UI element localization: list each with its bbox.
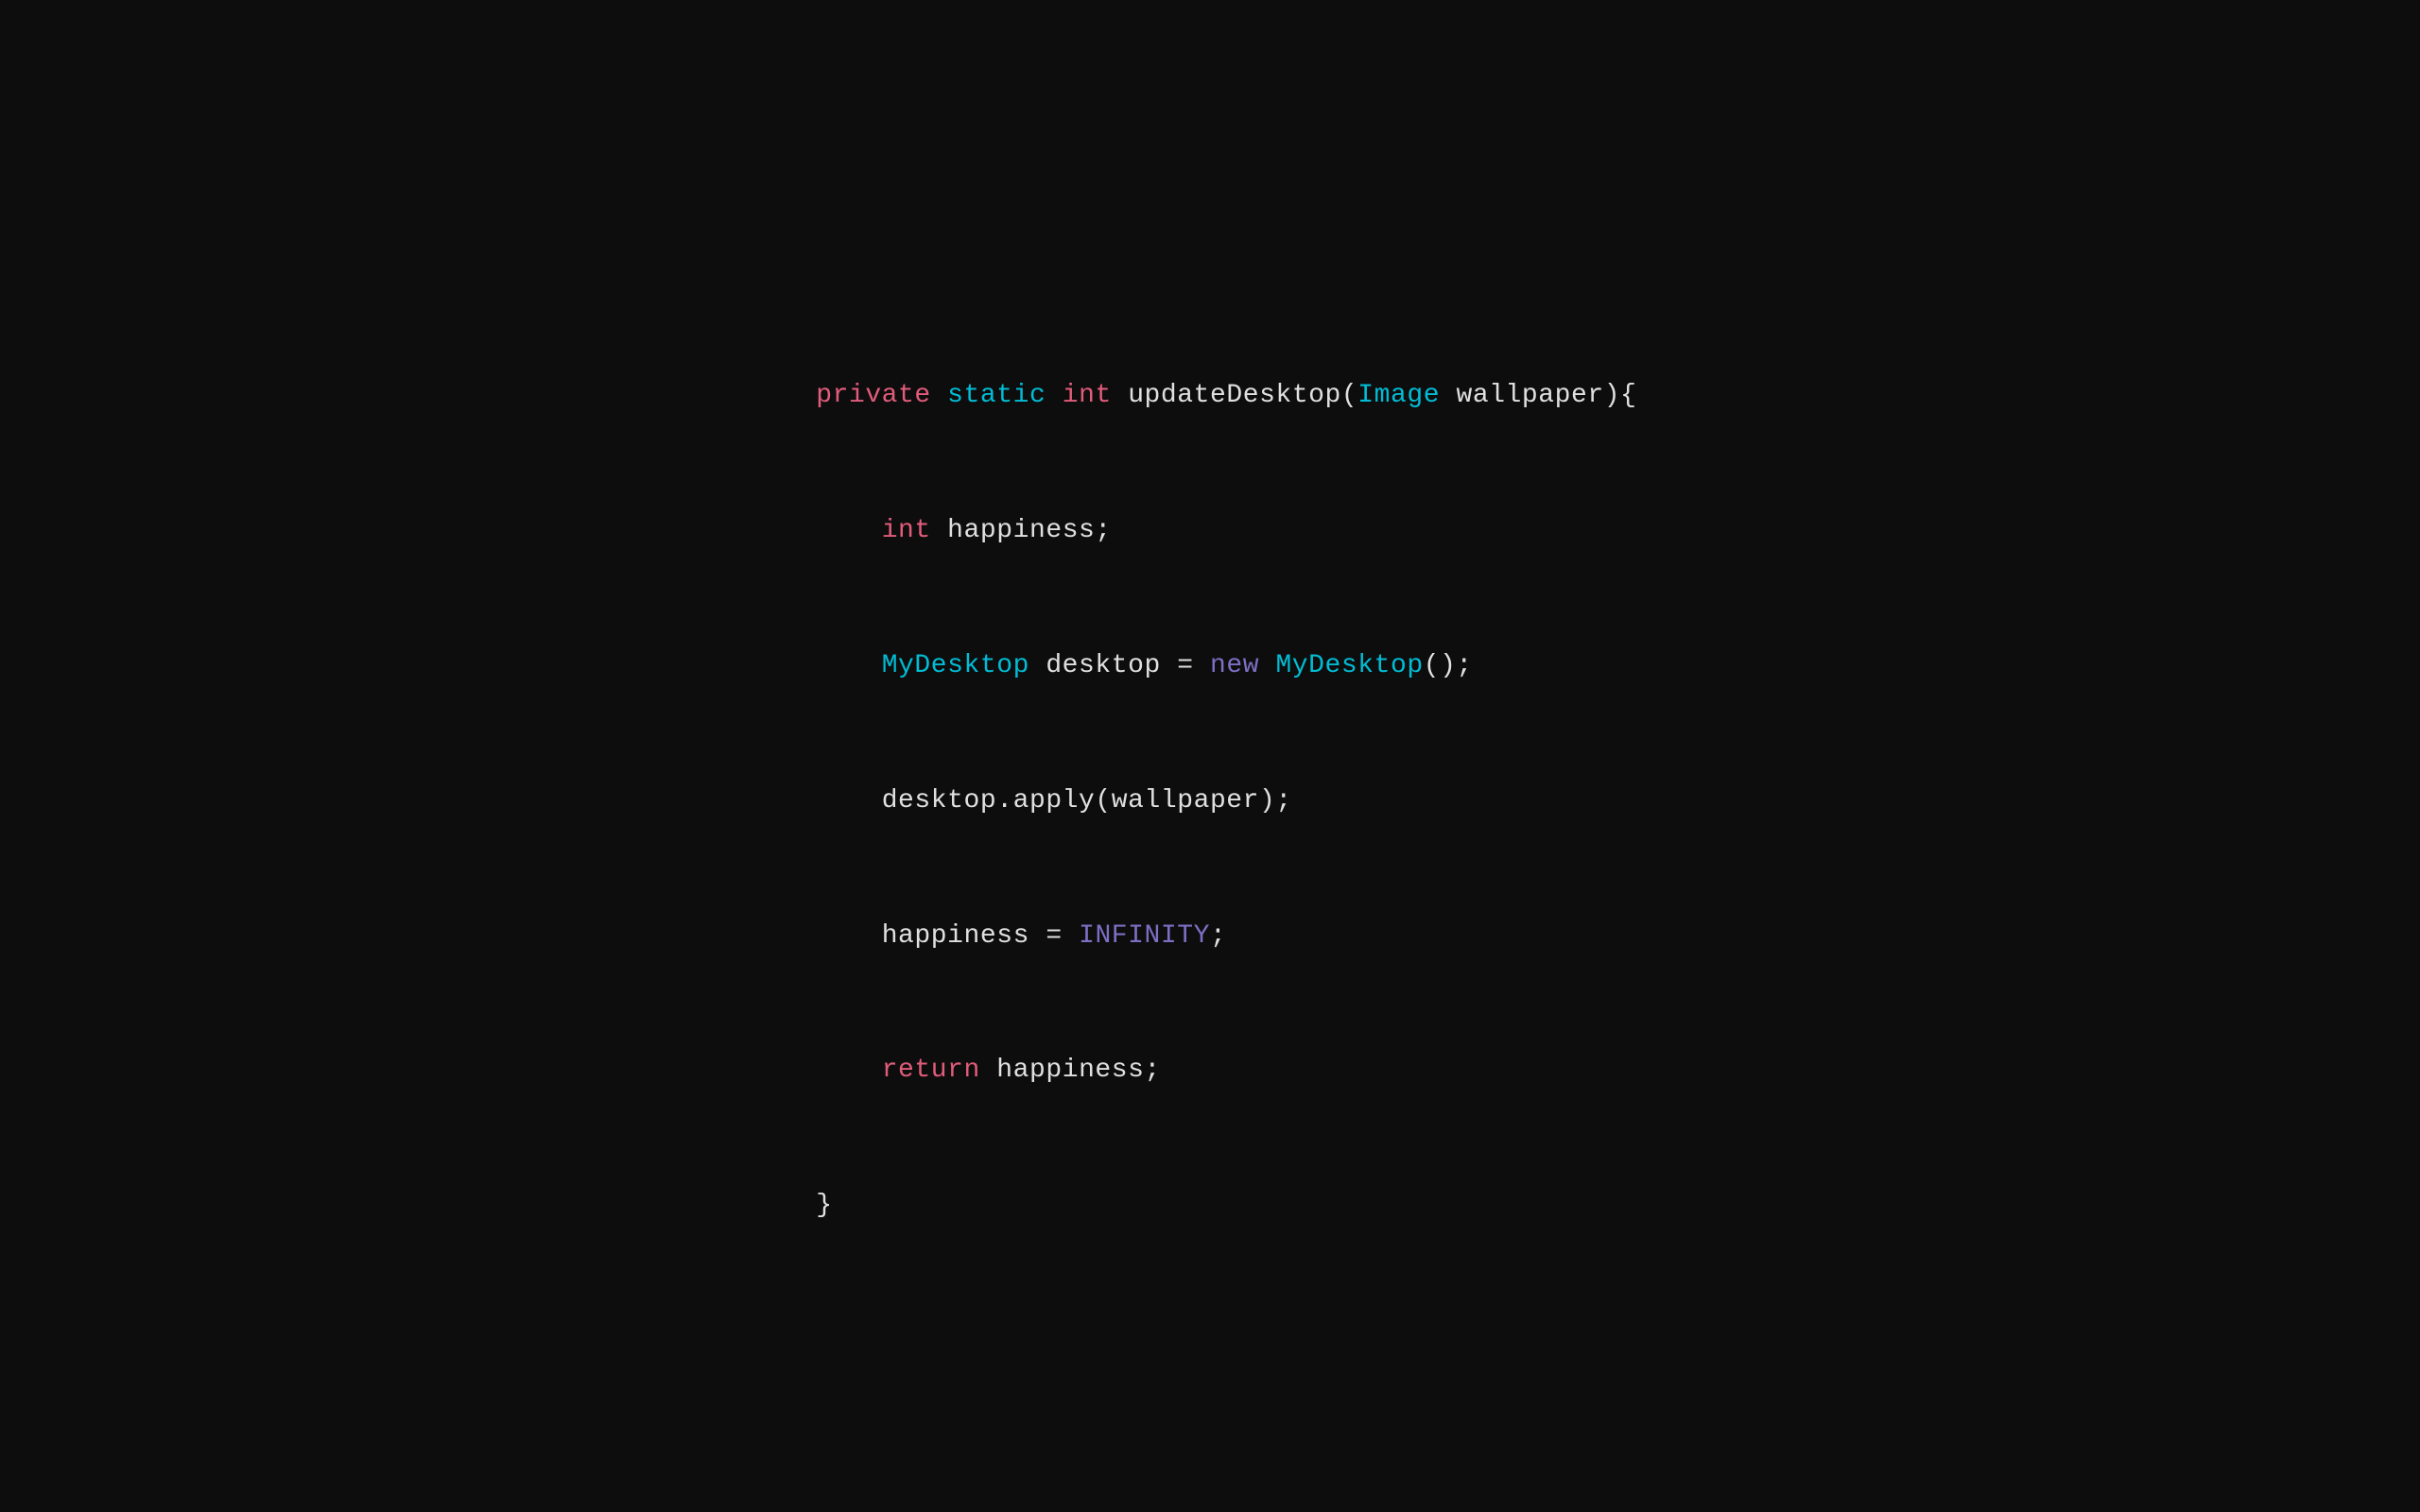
keyword-int: int [1063,381,1112,410]
paren-open: ( [1341,381,1357,410]
space-new [1194,651,1210,680]
brace-open: { [1620,381,1636,410]
class-image: Image [1357,381,1440,410]
eq-1: = [1177,651,1193,680]
space-eq [1029,921,1046,951]
paren-close: ) [1604,381,1620,410]
var-happiness [931,516,947,545]
class-mydesktop-2: MyDesktop [1275,651,1423,680]
line-3: MyDesktop desktop = new MyDesktop(); [816,651,1473,680]
semi-1: ; [1210,921,1226,951]
desktop-apply: desktop.apply(wallpaper); [882,786,1292,816]
space-1 [931,381,947,410]
eq-2: = [1046,921,1062,951]
constructor-call: (); [1424,651,1473,680]
brace-close: } [816,1191,832,1220]
line-4: desktop.apply(wallpaper); [816,786,1292,816]
happiness-return: happiness; [996,1056,1161,1085]
keyword-private: private [816,381,931,410]
space-2 [1046,381,1062,410]
line-2: int happiness; [816,516,1112,545]
var-happiness-name: happiness; [947,516,1112,545]
line-1: private static int updateDesktop(Image w… [816,381,1636,410]
keyword-int2: int [882,516,931,545]
line-7: } [816,1191,832,1220]
return-value [980,1056,996,1085]
keyword-static: static [947,381,1046,410]
const-infinity: INFINITY [1079,921,1210,951]
space-class2 [1259,651,1275,680]
space-3 [1112,381,1128,410]
keyword-return: return [882,1056,980,1085]
line-6: return happiness; [816,1056,1161,1085]
line-5: happiness = INFINITY; [816,921,1226,951]
param-wallpaper: wallpaper [1440,381,1604,410]
var-desktop: desktop [1029,651,1177,680]
space-const [1063,921,1079,951]
class-mydesktop-1: MyDesktop [882,651,1029,680]
keyword-new: new [1210,651,1259,680]
method-name: updateDesktop [1128,381,1341,410]
code-display: private static int updateDesktop(Image w… [784,284,1637,1228]
happiness-var: happiness [882,921,1029,951]
